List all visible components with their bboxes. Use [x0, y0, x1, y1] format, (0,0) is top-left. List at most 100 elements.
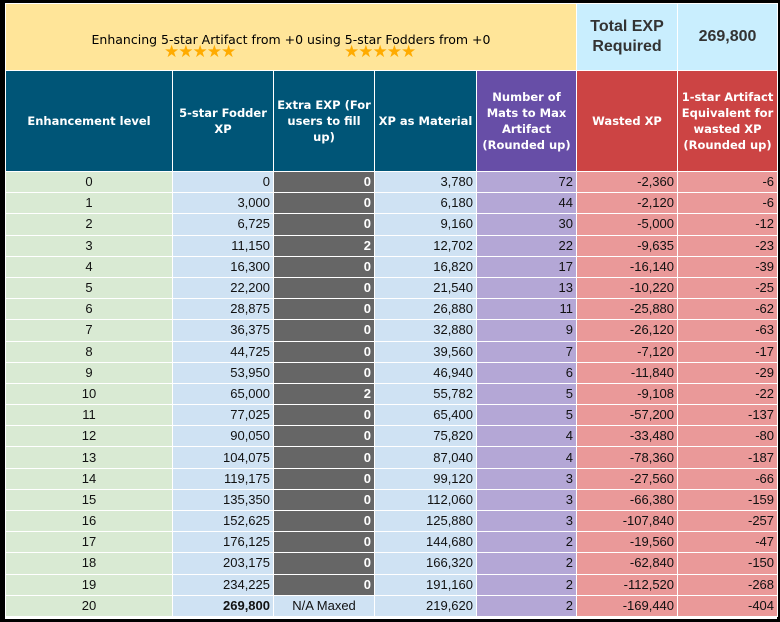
cell-1star-equiv[interactable]: -150	[677, 552, 779, 575]
cell-wasted-xp[interactable]: -66,380	[576, 488, 679, 512]
cell-level[interactable]: 11	[5, 404, 173, 427]
cell-num-mats[interactable]: 3	[475, 488, 578, 512]
column-header-xp-material[interactable]: XP as Material	[374, 70, 477, 172]
column-header-wasted-xp[interactable]: Wasted XP	[576, 70, 679, 172]
cell-1star-equiv[interactable]: -25	[677, 276, 779, 300]
cell-xp-material[interactable]: 87,040	[374, 446, 477, 469]
cell-wasted-xp[interactable]: -10,220	[576, 276, 679, 300]
cell-level[interactable]: 15	[5, 488, 173, 512]
cell-1star-equiv[interactable]: -63	[677, 319, 779, 342]
cell-num-mats[interactable]: 2	[475, 531, 578, 554]
column-header-fodder-xp[interactable]: 5-star Fodder XP	[172, 70, 274, 172]
cell-extra-exp[interactable]: 0	[273, 213, 375, 236]
cell-level[interactable]: 12	[5, 425, 173, 448]
cell-1star-equiv[interactable]: -6	[677, 192, 779, 215]
cell-wasted-xp[interactable]: -9,635	[576, 234, 679, 257]
cell-num-mats[interactable]: 2	[475, 573, 578, 596]
cell-extra-exp[interactable]: 0	[273, 404, 375, 427]
cell-fodder-xp[interactable]: 36,375	[172, 319, 274, 342]
cell-extra-exp[interactable]: 2	[273, 382, 375, 406]
cell-num-mats[interactable]: 7	[475, 340, 578, 363]
cell-extra-exp[interactable]: 0	[273, 276, 375, 300]
cell-extra-exp[interactable]: 0	[273, 509, 375, 533]
cell-1star-equiv[interactable]: -268	[677, 573, 779, 596]
cell-num-mats[interactable]: 17	[475, 255, 578, 278]
cell-level[interactable]: 6	[5, 298, 173, 321]
cell-fodder-xp[interactable]: 65,000	[172, 382, 274, 406]
cell-fodder-xp[interactable]: 16,300	[172, 255, 274, 278]
cell-num-mats[interactable]: 30	[475, 213, 578, 236]
cell-xp-material[interactable]: 3,780	[374, 170, 477, 194]
cell-fodder-xp[interactable]: 90,050	[172, 425, 274, 448]
cell-1star-equiv[interactable]: -62	[677, 298, 779, 321]
cell-level[interactable]: 0	[5, 170, 173, 194]
cell-wasted-xp[interactable]: -57,200	[576, 404, 679, 427]
cell-xp-material[interactable]: 55,782	[374, 382, 477, 406]
cell-1star-equiv[interactable]: -12	[677, 213, 779, 236]
cell-wasted-xp[interactable]: -78,360	[576, 446, 679, 469]
cell-num-mats[interactable]: 5	[475, 382, 578, 406]
cell-wasted-xp[interactable]: -2,120	[576, 192, 679, 215]
cell-extra-exp[interactable]: 0	[273, 319, 375, 342]
cell-num-mats[interactable]: 2	[475, 594, 578, 617]
cell-1star-equiv[interactable]: -159	[677, 488, 779, 512]
cell-xp-material[interactable]: 75,820	[374, 425, 477, 448]
column-header-level[interactable]: Enhancement level	[5, 70, 173, 172]
cell-fodder-xp[interactable]: 135,350	[172, 488, 274, 512]
cell-fodder-xp[interactable]: 28,875	[172, 298, 274, 321]
cell-extra-exp[interactable]: 2	[273, 234, 375, 257]
cell-fodder-xp[interactable]: 203,175	[172, 552, 274, 575]
cell-num-mats[interactable]: 4	[475, 425, 578, 448]
cell-extra-exp[interactable]: 0	[273, 170, 375, 194]
cell-wasted-xp[interactable]: -107,840	[576, 509, 679, 533]
cell-num-mats[interactable]: 2	[475, 552, 578, 575]
cell-fodder-xp[interactable]: 44,725	[172, 340, 274, 363]
cell-wasted-xp[interactable]: -16,140	[576, 255, 679, 278]
cell-fodder-xp[interactable]: 152,625	[172, 509, 274, 533]
cell-fodder-xp[interactable]: 119,175	[172, 467, 274, 490]
cell-1star-equiv[interactable]: -257	[677, 509, 779, 533]
cell-fodder-xp[interactable]: 6,725	[172, 213, 274, 236]
cell-xp-material[interactable]: 112,060	[374, 488, 477, 512]
column-header-num-mats[interactable]: Number of Mats to Max Artifact (Rounded …	[475, 70, 578, 172]
cell-num-mats[interactable]: 72	[475, 170, 578, 194]
cell-extra-exp[interactable]: 0	[273, 361, 375, 384]
cell-wasted-xp[interactable]: -7,120	[576, 340, 679, 363]
cell-1star-equiv[interactable]: -22	[677, 382, 779, 406]
cell-extra-exp[interactable]: 0	[273, 531, 375, 554]
cell-level[interactable]: 14	[5, 467, 173, 490]
column-header-1star-equiv[interactable]: 1-star Artifact Equivalent for wasted XP…	[677, 70, 779, 172]
cell-wasted-xp[interactable]: -5,000	[576, 213, 679, 236]
cell-xp-material[interactable]: 219,620	[374, 594, 477, 617]
cell-fodder-xp[interactable]: 269,800	[172, 594, 274, 617]
cell-extra-exp[interactable]: 0	[273, 488, 375, 512]
cell-xp-material[interactable]: 144,680	[374, 531, 477, 554]
cell-level[interactable]: 5	[5, 276, 173, 300]
cell-fodder-xp[interactable]: 104,075	[172, 446, 274, 469]
cell-wasted-xp[interactable]: -112,520	[576, 573, 679, 596]
cell-level[interactable]: 16	[5, 509, 173, 533]
cell-num-mats[interactable]: 3	[475, 509, 578, 533]
cell-num-mats[interactable]: 5	[475, 404, 578, 427]
cell-extra-exp[interactable]: 0	[273, 255, 375, 278]
cell-xp-material[interactable]: 16,820	[374, 255, 477, 278]
cell-num-mats[interactable]: 11	[475, 298, 578, 321]
cell-level[interactable]: 18	[5, 552, 173, 575]
cell-xp-material[interactable]: 12,702	[374, 234, 477, 257]
cell-extra-exp[interactable]: N/A Maxed	[273, 594, 375, 617]
cell-level[interactable]: 1	[5, 192, 173, 215]
cell-1star-equiv[interactable]: -6	[677, 170, 779, 194]
cell-extra-exp[interactable]: 0	[273, 446, 375, 469]
cell-xp-material[interactable]: 65,400	[374, 404, 477, 427]
cell-fodder-xp[interactable]: 234,225	[172, 573, 274, 596]
cell-wasted-xp[interactable]: -27,560	[576, 467, 679, 490]
cell-wasted-xp[interactable]: -26,120	[576, 319, 679, 342]
cell-fodder-xp[interactable]: 176,125	[172, 531, 274, 554]
cell-fodder-xp[interactable]: 77,025	[172, 404, 274, 427]
cell-level[interactable]: 10	[5, 382, 173, 406]
cell-xp-material[interactable]: 99,120	[374, 467, 477, 490]
cell-num-mats[interactable]: 22	[475, 234, 578, 257]
cell-wasted-xp[interactable]: -9,108	[576, 382, 679, 406]
cell-1star-equiv[interactable]: -80	[677, 425, 779, 448]
cell-level[interactable]: 4	[5, 255, 173, 278]
